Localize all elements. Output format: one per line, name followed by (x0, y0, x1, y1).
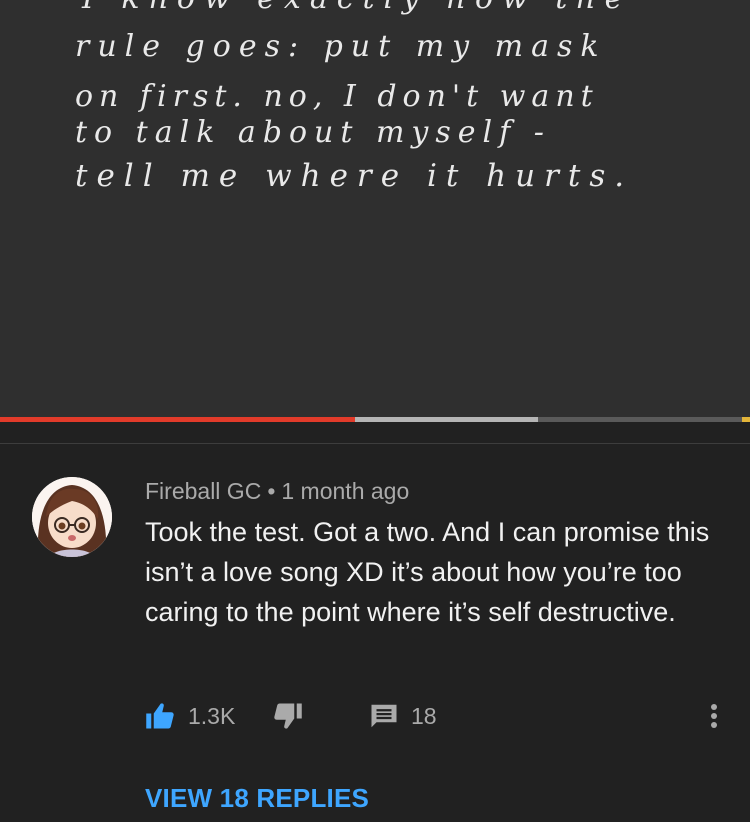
comment-icon (371, 704, 397, 728)
comment-meta: Fireball GC • 1 month ago (145, 478, 409, 505)
thumbs-up-icon (146, 703, 174, 729)
video-player[interactable]: I know exactly how the rule goes: put my… (0, 0, 750, 418)
avatar[interactable] (32, 477, 112, 557)
section-divider (0, 443, 750, 444)
lyric-line-5: tell me where it hurts. (75, 158, 633, 194)
comment-time[interactable]: 1 month ago (281, 478, 409, 504)
lyric-line-4: to talk about myself - (75, 115, 551, 150)
more-vertical-icon (711, 704, 717, 728)
comment-author[interactable]: Fireball GC (145, 478, 261, 504)
comment-actions: 1.3K 18 (0, 696, 750, 736)
handwritten-lyrics: I know exactly how the rule goes: put my… (75, 0, 633, 194)
comment-text: Took the test. Got a two. And I can prom… (145, 517, 710, 627)
video-progress-bar[interactable] (0, 417, 750, 422)
meta-separator: • (267, 478, 276, 504)
view-replies-link[interactable]: VIEW 18 REPLIES (145, 783, 369, 814)
lyric-line-2: rule goes: put my mask (75, 29, 607, 64)
progress-marker (742, 417, 750, 422)
dislike-button[interactable] (272, 696, 304, 736)
played-progress (0, 417, 355, 422)
like-count: 1.3K (188, 702, 236, 729)
lyric-line-1: I know exactly how the (81, 0, 631, 16)
thumbs-down-icon (274, 703, 302, 729)
avatar-image (32, 477, 112, 557)
lyric-line-3: on first. no, I don't want (75, 79, 599, 114)
reply-button[interactable]: 18 (369, 696, 437, 736)
like-button[interactable]: 1.3K (144, 696, 235, 736)
reply-count: 18 (411, 702, 437, 729)
more-options-button[interactable] (702, 696, 726, 736)
